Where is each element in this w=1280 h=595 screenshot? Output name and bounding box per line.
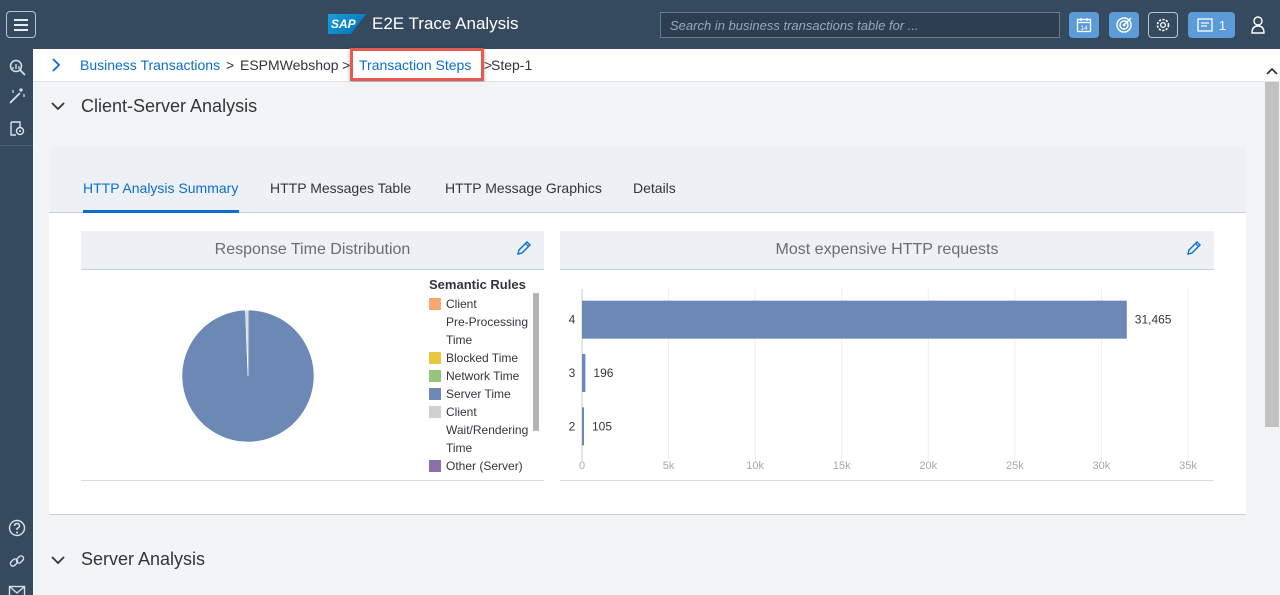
x-tick-label: 35k — [1179, 460, 1197, 472]
x-tick-label: 30k — [1093, 460, 1111, 472]
mail-icon[interactable] — [7, 582, 27, 595]
response-time-card-title: Response Time Distribution — [214, 241, 411, 258]
legend-item-label[interactable]: Pre-Processing — [446, 313, 528, 331]
legend-swatch — [429, 388, 441, 400]
notification-count: 1 — [1218, 17, 1227, 33]
response-time-card-header: Response Time Distribution — [81, 231, 544, 270]
breadcrumb-step-1: Step-1 — [491, 57, 533, 73]
settings-button[interactable] — [1148, 12, 1178, 38]
bar-value-label: 105 — [592, 419, 612, 433]
breadcrumb-espmwebshop: ESPMWebshop — [240, 57, 339, 73]
category-label: 4 — [569, 313, 576, 327]
target-button[interactable] — [1109, 12, 1139, 38]
expensive-card-title: Most expensive HTTP requests — [775, 241, 999, 258]
category-label: 3 — [569, 366, 576, 380]
target-icon — [1116, 17, 1132, 33]
chevron-up-icon[interactable] — [1266, 67, 1278, 75]
legend-item-label[interactable]: Client — [446, 403, 477, 421]
shell-bar: SAP E2E Trace Analysis Search in busines… — [0, 0, 1280, 49]
legend-swatch — [429, 352, 441, 364]
main-content: Client-Server Analysis HTTP Analysis Sum… — [33, 82, 1263, 595]
notification-icon — [1197, 18, 1213, 32]
legend-swatch — [429, 370, 441, 382]
legend-item-label[interactable]: Blocked Time — [446, 349, 518, 367]
client-server-section-header[interactable]: Client-Server Analysis — [33, 82, 1263, 130]
client-server-panel: HTTP Analysis Summary HTTP Messages Tabl… — [49, 147, 1246, 515]
bar[interactable] — [582, 300, 1127, 339]
panel-bottom-border — [49, 514, 1246, 515]
tab-details[interactable]: Details — [633, 180, 676, 196]
pencil-icon[interactable] — [516, 240, 532, 256]
section-title-server: Server Analysis — [81, 549, 206, 569]
x-tick-label: 0 — [579, 460, 585, 472]
bar-value-label: 196 — [593, 366, 613, 380]
rail-divider — [0, 145, 33, 146]
x-tick-label: 10k — [746, 460, 764, 472]
highlight-annotation — [350, 48, 484, 81]
chevron-right-icon[interactable] — [51, 58, 61, 75]
expensive-requests-bar-chart: 0 5k 10k 15k 20k 25k 30k 35k 4 31,465 3 196 2 105 — [569, 289, 1197, 472]
card-divider — [81, 480, 544, 481]
bar[interactable] — [582, 354, 586, 392]
legend-swatch — [429, 460, 441, 472]
response-time-pie-chart — [181, 309, 315, 443]
help-icon[interactable] — [7, 518, 27, 538]
user-icon[interactable] — [1250, 15, 1266, 35]
inspect-icon[interactable] — [7, 118, 27, 138]
bar[interactable] — [582, 407, 584, 446]
chevron-down-icon[interactable] — [51, 555, 65, 565]
section-title-client-server: Client-Server Analysis — [81, 96, 258, 116]
x-tick-label: 5k — [663, 460, 675, 472]
x-tick-label: 15k — [833, 460, 851, 472]
bar-value-label: 31,465 — [1135, 313, 1172, 327]
notification-button[interactable]: 1 — [1188, 12, 1235, 38]
app-title: E2E Trace Analysis — [372, 14, 519, 33]
magic-wand-icon[interactable] — [7, 86, 27, 106]
x-tick-label: 20k — [919, 460, 937, 472]
tab-bar: HTTP Analysis Summary HTTP Messages Tabl… — [49, 147, 1246, 213]
menu-icon[interactable] — [6, 11, 36, 38]
vertical-scrollbar[interactable] — [1263, 67, 1280, 595]
breadcrumb: Business Transactions > ESPMWebshop > Tr… — [33, 49, 1280, 82]
category-label: 2 — [569, 419, 576, 433]
legend-item-label[interactable]: Wait/Rendering — [446, 421, 528, 439]
pencil-icon[interactable] — [1186, 240, 1202, 256]
left-rail — [0, 49, 33, 595]
chevron-down-icon[interactable] — [51, 101, 65, 111]
x-tick-label: 25k — [1006, 460, 1024, 472]
legend-item-label[interactable]: Network Time — [446, 367, 519, 385]
legend-item-label[interactable]: Time — [446, 331, 472, 349]
card-divider — [560, 480, 1214, 481]
legend-item-label[interactable]: Time — [446, 439, 472, 457]
legend-swatch — [429, 406, 441, 418]
legend-item-label[interactable]: Other (Server) — [446, 457, 523, 475]
legend-item-label[interactable]: Client — [446, 295, 477, 313]
tab-http-message-graphics[interactable]: HTTP Message Graphics — [445, 180, 602, 196]
calendar-icon: 14 — [1076, 18, 1092, 33]
search-input[interactable]: Search in business transactions table fo… — [660, 12, 1060, 38]
sap-logo: SAP — [328, 14, 366, 34]
link-icon[interactable] — [7, 551, 27, 571]
legend-swatch — [429, 298, 441, 310]
breadcrumb-business-transactions[interactable]: Business Transactions — [80, 57, 220, 73]
legend-title: Semantic Rules — [429, 277, 526, 292]
tab-http-messages-table[interactable]: HTTP Messages Table — [270, 180, 411, 196]
analysis-icon[interactable] — [7, 57, 27, 77]
server-section-header[interactable]: Server Analysis — [33, 535, 1263, 583]
breadcrumb-separator: > — [342, 57, 351, 73]
legend-scrollbar[interactable] — [533, 293, 539, 431]
expensive-card-header: Most expensive HTTP requests — [560, 231, 1214, 270]
gear-icon — [1156, 18, 1170, 32]
calendar-button[interactable]: 14 — [1069, 12, 1099, 38]
active-tab-indicator — [83, 210, 239, 213]
legend-item-label[interactable]: Server Time — [446, 385, 511, 403]
svg-text:14: 14 — [1080, 25, 1088, 32]
tab-http-analysis-summary[interactable]: HTTP Analysis Summary — [83, 180, 238, 196]
breadcrumb-separator: > — [226, 57, 235, 73]
scrollbar-thumb[interactable] — [1265, 82, 1279, 427]
